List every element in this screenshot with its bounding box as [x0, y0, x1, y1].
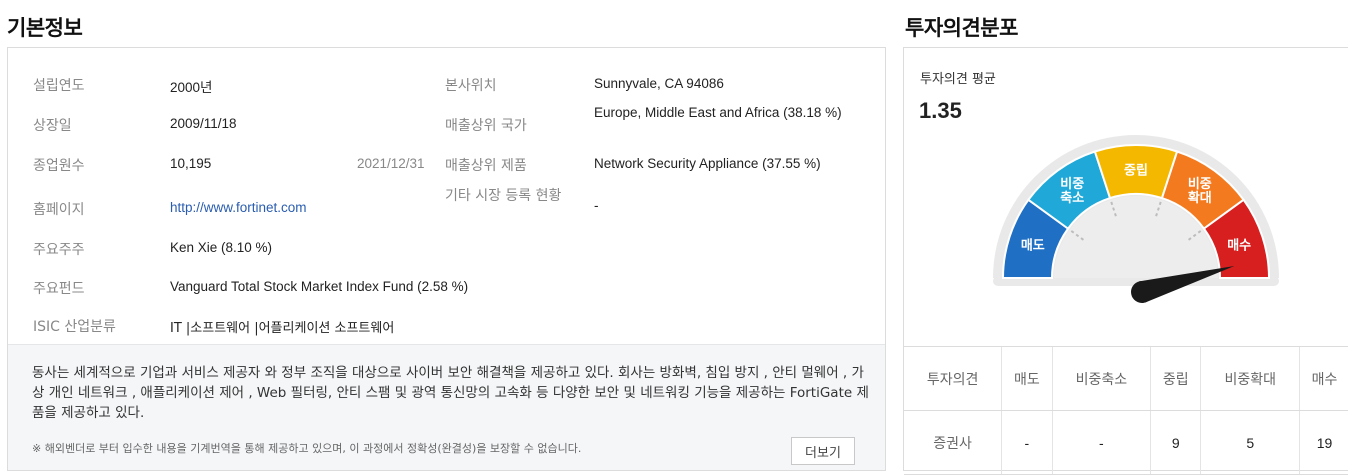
label-isic: ISIC 산업분류	[33, 319, 116, 335]
opinion-header-cell: 매수	[1299, 346, 1348, 411]
opinion-header-cell: 매도	[1001, 346, 1052, 411]
gauge-segment-label: 매수	[1227, 238, 1251, 253]
value-top-country: Europe, Middle East and Africa (38.18 %)	[594, 105, 842, 120]
opinion-value-cell: -	[1001, 410, 1052, 475]
opinion-row-label: 증권사	[904, 410, 1002, 475]
value-major-shareholder: Ken Xie (8.10 %)	[170, 240, 273, 255]
label-homepage: 홈페이지	[33, 202, 85, 218]
label-major-shareholder: 주요주주	[33, 242, 85, 258]
label-other-market: 기타 시장 등록 현황	[445, 188, 562, 204]
opinion-title: 투자의견분포	[905, 16, 1018, 40]
gauge-segment-label: 비중 축소	[1060, 177, 1084, 206]
opinion-header-cell: 투자의견	[904, 346, 1002, 411]
more-button[interactable]: 더보기	[791, 437, 855, 465]
translation-notice: ※ 해외벤더로 부터 입수한 내용을 기계번역을 통해 제공하고 있으며, 이 …	[32, 442, 582, 455]
value-hq: Sunnyvale, CA 94086	[594, 76, 724, 91]
opinion-table: 투자의견 매도 비중축소 중립 비중확대 매수 증권사 - -9 5 19	[904, 346, 1348, 475]
gauge-segment-label: 비중 확대	[1188, 177, 1212, 206]
opinion-value-cell: 19	[1299, 410, 1348, 475]
label-top-product: 매출상위 제품	[445, 158, 527, 174]
gauge-segment-label: 중립	[1124, 164, 1148, 179]
label-hq: 본사위치	[445, 78, 497, 94]
company-description-panel: 동사는 세계적으로 기업과 서비스 제공자 와 정부 조직을 대상으로 사이버 …	[8, 344, 885, 470]
opinion-value-cell: 9	[1150, 410, 1201, 475]
opinion-gauge: 매도 비중 축소 중립비중 확대매수	[993, 135, 1279, 303]
employees-date: 2021/12/31	[357, 156, 425, 171]
value-employees: 10,195	[170, 156, 212, 171]
opinion-header-cell: 비중축소	[1051, 346, 1151, 411]
label-top-country: 매출상위 국가	[445, 118, 527, 134]
gauge-needle-hub	[1131, 281, 1153, 303]
opinion-header-cell: 중립	[1150, 346, 1201, 411]
label-listing-date: 상장일	[33, 118, 72, 134]
value-listing-date: 2009/11/18	[170, 116, 237, 131]
opinion-panel: 투자의견 평균 1.35 매도 비중 축소 중립 비중 확대 매수 투자의견 매도 비중축소 중립…	[903, 47, 1348, 475]
opinion-header-cell: 비중확대	[1200, 346, 1300, 411]
value-major-fund: Vanguard Total Stock Market Index Fund (…	[170, 279, 469, 294]
basic-info-title: 기본정보	[7, 16, 83, 40]
label-employees: 종업원수	[33, 158, 85, 174]
value-founded: 2000년	[170, 80, 213, 95]
company-description: 동사는 세계적으로 기업과 서비스 제공자 와 정부 조직을 대상으로 사이버 …	[32, 365, 869, 421]
value-isic: IT |소프트웨어 |어플리케이션 소프트웨어	[170, 321, 395, 336]
gauge-segment-label: 매도	[1021, 238, 1045, 253]
opinion-value-cell: 5	[1200, 410, 1300, 475]
value-other-market: -	[594, 198, 599, 213]
label-founded: 설립연도	[33, 78, 85, 94]
opinion-value-cell: -	[1051, 410, 1151, 475]
label-major-fund: 주요펀드	[33, 281, 85, 297]
homepage-link[interactable]: http://www.fortinet.com	[170, 200, 307, 215]
value-top-product: Network Security Appliance (37.55 %)	[594, 156, 821, 171]
